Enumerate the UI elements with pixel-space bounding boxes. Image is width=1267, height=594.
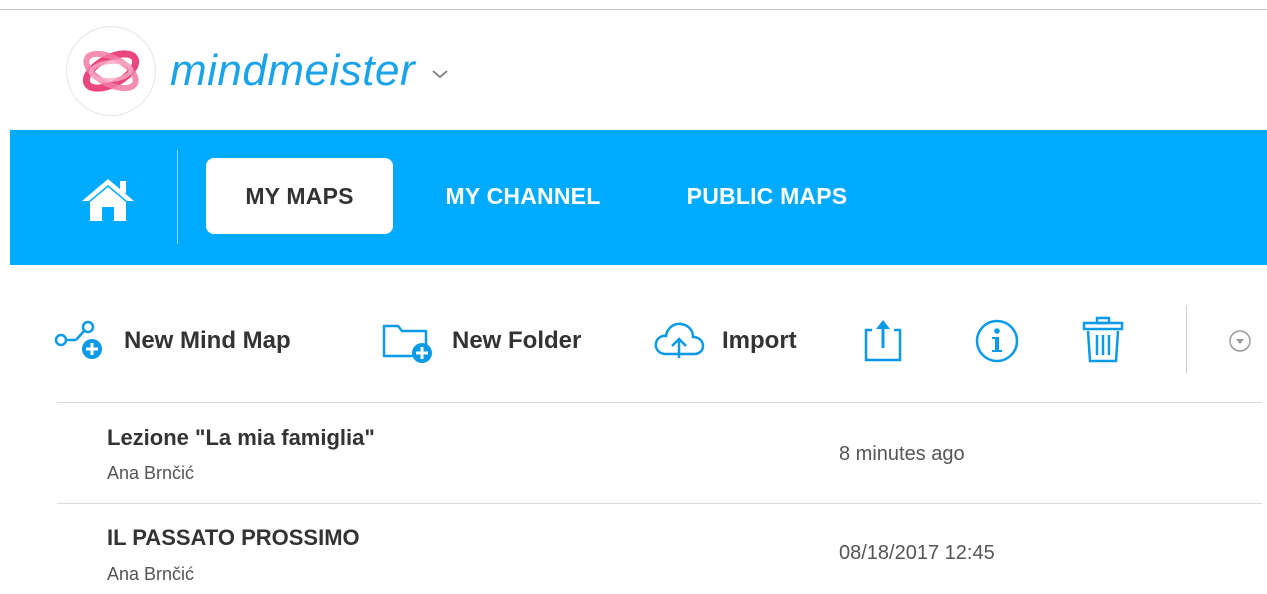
tab-my-channel[interactable]: MY CHANNEL — [413, 158, 633, 234]
map-title: IL PASSATO PROSSIMO — [107, 525, 360, 550]
map-owner: Ana Brnčić — [107, 564, 195, 584]
nav-divider — [177, 150, 178, 244]
logo-text: mindmeister — [170, 46, 416, 95]
share-icon — [864, 320, 902, 362]
map-title: Lezione "La mia famiglia" — [107, 425, 375, 450]
map-row[interactable]: Lezione "La mia famiglia" Ana Brnčić 8 m… — [57, 403, 1262, 503]
map-modified: 8 minutes ago — [839, 443, 965, 465]
trash-icon — [1082, 316, 1124, 363]
info-button[interactable] — [972, 305, 1022, 377]
home-icon — [82, 179, 134, 221]
info-icon — [975, 319, 1019, 363]
new-folder-icon — [382, 324, 432, 363]
import-button[interactable]: Import — [652, 305, 797, 377]
more-dropdown-icon — [1229, 330, 1251, 352]
new-mind-map-button[interactable]: New Mind Map — [52, 305, 291, 377]
logo-mark — [66, 26, 156, 116]
delete-button[interactable] — [1078, 305, 1128, 377]
map-row[interactable]: IL PASSATO PROSSIMO Ana Brnčić 08/18/201… — [57, 503, 1262, 594]
import-label: Import — [722, 327, 797, 354]
new-folder-label: New Folder — [452, 327, 582, 354]
new-mind-map-label: New Mind Map — [124, 327, 291, 354]
main-nav: MY MAPS MY CHANNEL PUBLIC MAPS — [10, 130, 1267, 265]
chevron-down-icon[interactable] — [431, 67, 449, 85]
new-mind-map-icon — [54, 320, 102, 359]
tab-my-maps[interactable]: MY MAPS — [206, 158, 393, 234]
new-folder-button[interactable]: New Folder — [380, 305, 581, 377]
import-cloud-icon — [654, 322, 705, 358]
toolbar-divider — [1186, 305, 1187, 373]
map-owner: Ana Brnčić — [107, 463, 195, 483]
map-modified: 08/18/2017 12:45 — [839, 542, 995, 564]
brand-switcher[interactable]: mindmeister — [66, 26, 449, 116]
share-button[interactable] — [858, 305, 908, 377]
maps-toolbar: New Mind Map New Folder Import — [52, 305, 1267, 377]
top-divider — [0, 9, 1267, 10]
more-options-button[interactable] — [1227, 305, 1253, 377]
home-button[interactable] — [78, 170, 138, 230]
tab-public-maps[interactable]: PUBLIC MAPS — [662, 158, 872, 234]
